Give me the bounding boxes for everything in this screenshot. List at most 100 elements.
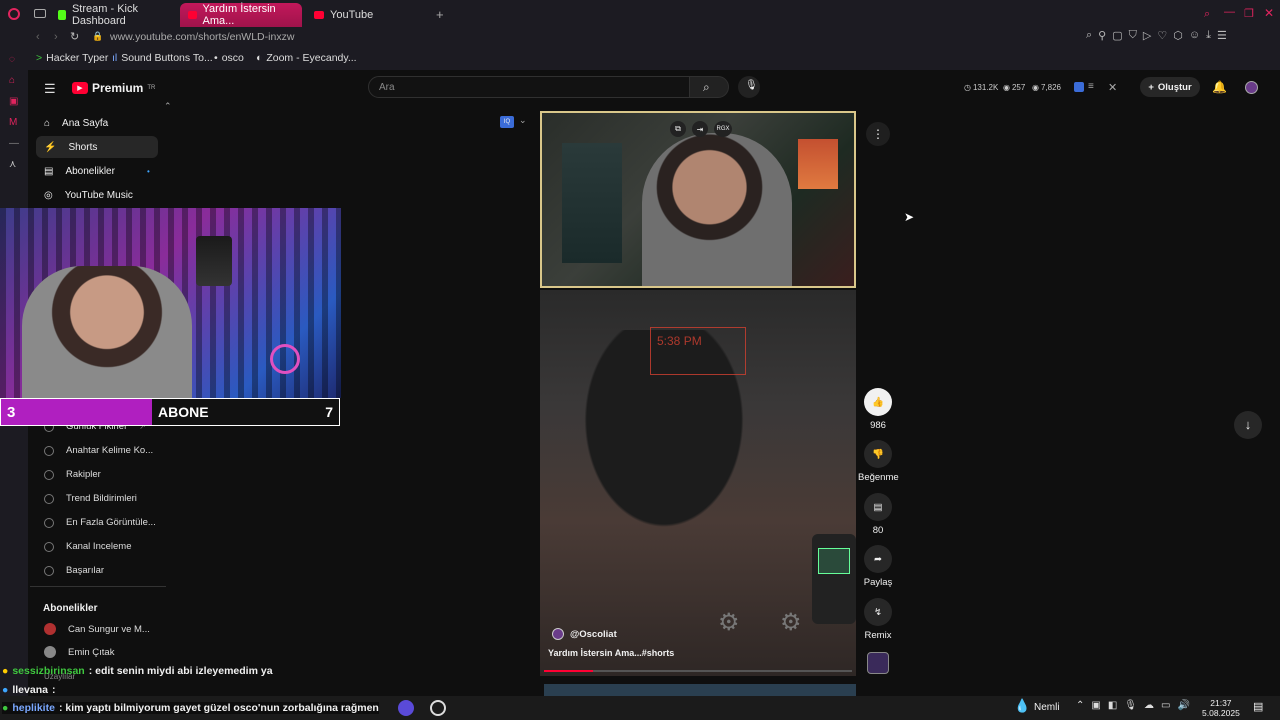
chevron-down-icon[interactable]: ⌄ (519, 115, 527, 126)
short-title[interactable]: Yardım İstersin Ama...#shorts (548, 648, 674, 658)
bag-icon[interactable]: ⌂ (9, 75, 19, 86)
subscriptions-heading: Abonelikler (43, 603, 98, 614)
nav-subscriptions[interactable]: ▤ Abonelikler • (36, 160, 158, 182)
voice-search-button[interactable]: 🎙 (738, 76, 760, 98)
badge-icon: ● (2, 684, 9, 696)
share-button[interactable]: ➦ Paylaş (862, 545, 894, 588)
extensions-icon[interactable]: ⬡ (1173, 29, 1183, 42)
nav-youtube-music[interactable]: ◎ YouTube Music (36, 184, 158, 206)
comments-button[interactable]: ▤ 80 (862, 493, 894, 536)
exit-icon[interactable]: ⇥ (692, 121, 708, 137)
badge-icon: ● (2, 665, 9, 677)
audio-thumbnail[interactable] (867, 652, 889, 674)
tray-app-icon[interactable]: ◧ (1108, 700, 1117, 711)
weather-icon: 💧 (1014, 698, 1031, 713)
youtube-logo[interactable]: ▶ Premium TR (72, 81, 155, 95)
chevron-up-icon[interactable]: ⌃ (1076, 700, 1084, 711)
tab-youtube[interactable]: YouTube (306, 3, 426, 27)
hamburger-menu-icon[interactable]: ☰ (44, 81, 56, 97)
notification-center-icon[interactable]: ▤ (1253, 700, 1263, 713)
list-icon[interactable]: ≡ (1088, 81, 1094, 92)
like-button[interactable]: 👍 986 (862, 388, 894, 431)
vidiq-bullet-icon (44, 469, 54, 480)
gear-icon: ⚙ (780, 609, 802, 636)
pin-icon[interactable]: ⚲ (1098, 29, 1106, 42)
back-icon[interactable]: ‹ (36, 31, 40, 43)
tab-islands-icon[interactable] (34, 9, 46, 18)
pip-icon[interactable]: ⧉ (670, 121, 686, 137)
pin-extension-icon[interactable]: ✕ (1108, 81, 1117, 94)
play-icon[interactable]: ▷ (1143, 29, 1151, 42)
more-options-icon[interactable]: ⋮ (866, 122, 890, 146)
download-icon[interactable]: ⤓ (1206, 29, 1211, 42)
create-button[interactable]: + Oluştur (1140, 77, 1200, 97)
views-stat: ◷ 131.2K (964, 83, 999, 92)
notifications-bell-icon[interactable]: 🔔 (1212, 80, 1227, 94)
url-field[interactable]: www.youtube.com/shorts/enWLD-inxzw (110, 31, 294, 43)
forward-icon[interactable]: › (54, 31, 58, 43)
bookmark-sound-buttons[interactable]: ıl Sound Buttons To... (112, 52, 213, 64)
mail-icon[interactable]: M (9, 117, 19, 128)
microphone-icon[interactable]: 🎙 (1124, 700, 1137, 711)
menu-icon[interactable]: ☰ (1217, 29, 1227, 42)
studio-item-competitors[interactable]: Rakipler (44, 469, 101, 480)
opera-logo-icon[interactable] (8, 8, 20, 20)
cave-rock (560, 330, 820, 630)
kick-sidebar-icon[interactable]: ⋏ (9, 159, 19, 170)
tab-short-video[interactable]: Yardım İstersin Ama... (180, 3, 302, 27)
obs-icon[interactable] (430, 700, 446, 716)
nav-home[interactable]: ⌂ Ana Sayfa (36, 112, 158, 134)
studio-item-trend-alerts[interactable]: Trend Bildirimleri (44, 493, 137, 504)
clock[interactable]: 21:37 5.08.2025 (1202, 698, 1240, 718)
vidiq-bullet-icon (44, 541, 54, 552)
more-icon[interactable]: — (9, 138, 19, 149)
nav-shorts[interactable]: ⚡ Shorts (36, 136, 158, 158)
profile-icon[interactable]: ☺ (1189, 29, 1200, 42)
sub-item[interactable]: Emin Çıtak (44, 646, 114, 658)
studio-item-achievements[interactable]: Başarılar (44, 565, 104, 576)
remix-button[interactable]: ↯ Remix (862, 598, 894, 641)
collapse-chevron-icon[interactable]: ⌃ (164, 101, 172, 112)
weather-label[interactable]: Nemli (1034, 702, 1060, 713)
ai-icon[interactable]: ◌ (9, 54, 19, 65)
vidiq-bullet-icon (44, 517, 54, 528)
sub-item[interactable]: Can Sungur ve M... (44, 623, 150, 635)
tray-app-icon[interactable]: ▣ (1091, 700, 1100, 711)
minimize-icon[interactable]: — (1224, 6, 1235, 18)
close-window-icon[interactable]: ✕ (1264, 6, 1274, 20)
volume-icon[interactable]: 🔊 (1177, 700, 1189, 711)
search-input[interactable]: Ara (368, 76, 690, 98)
tab-kick-dashboard[interactable]: Stream - Kick Dashboard (50, 3, 178, 27)
vidiq-badge-icon[interactable]: IQ (500, 116, 514, 128)
next-arrow-down-icon[interactable]: ↓ (1234, 411, 1262, 439)
avatar[interactable] (1245, 81, 1258, 94)
vidiq-icon[interactable] (1074, 82, 1084, 92)
bookmark-hacker-typer[interactable]: > Hacker Typer (36, 52, 108, 64)
search-button[interactable]: ⌕ (689, 76, 729, 98)
progress-bar[interactable] (544, 670, 852, 672)
maximize-icon[interactable]: ❐ (1244, 7, 1254, 20)
reload-icon[interactable]: ↻ (70, 30, 79, 43)
shield-icon[interactable]: ⛉ (1129, 29, 1137, 42)
new-tab-plus-icon[interactable]: + (436, 7, 444, 22)
short-channel[interactable]: @Oscoliat (552, 628, 617, 640)
heart-icon[interactable]: ♡ (1157, 29, 1167, 42)
snapshot-icon[interactable]: ▢ (1112, 29, 1122, 42)
rgx-button[interactable]: RGX (714, 121, 732, 137)
discord-icon[interactable] (398, 700, 414, 716)
channel-avatar (44, 623, 56, 635)
messenger-icon[interactable]: ▣ (9, 96, 19, 107)
short-video-player[interactable]: 5:38 PM ⚙ ⚙ @Oscoliat Yardım İstersin Am… (540, 290, 856, 676)
studio-item-channel-review[interactable]: Kanal Inceleme (44, 541, 131, 552)
zoom-icon[interactable]: ⌕ (1086, 29, 1092, 42)
bookmark-zoom[interactable]: ◐ Zoom - Eyecandy... (256, 52, 357, 64)
studio-item-most-viewed[interactable]: En Fazla Görüntüle... (44, 517, 156, 528)
search-tabs-icon[interactable]: ⌕ (1204, 8, 1210, 21)
studio-item-keywords[interactable]: Anahtar Kelime Ko... (44, 445, 153, 456)
home-icon: ⌂ (44, 117, 51, 129)
bookmark-osco[interactable]: • osco (214, 52, 244, 64)
next-short-preview[interactable] (544, 684, 856, 696)
dislike-button[interactable]: 👎 Beğenme (858, 440, 899, 483)
network-icon[interactable]: ▭ (1161, 700, 1170, 711)
cloud-icon[interactable]: ☁ (1144, 700, 1154, 711)
